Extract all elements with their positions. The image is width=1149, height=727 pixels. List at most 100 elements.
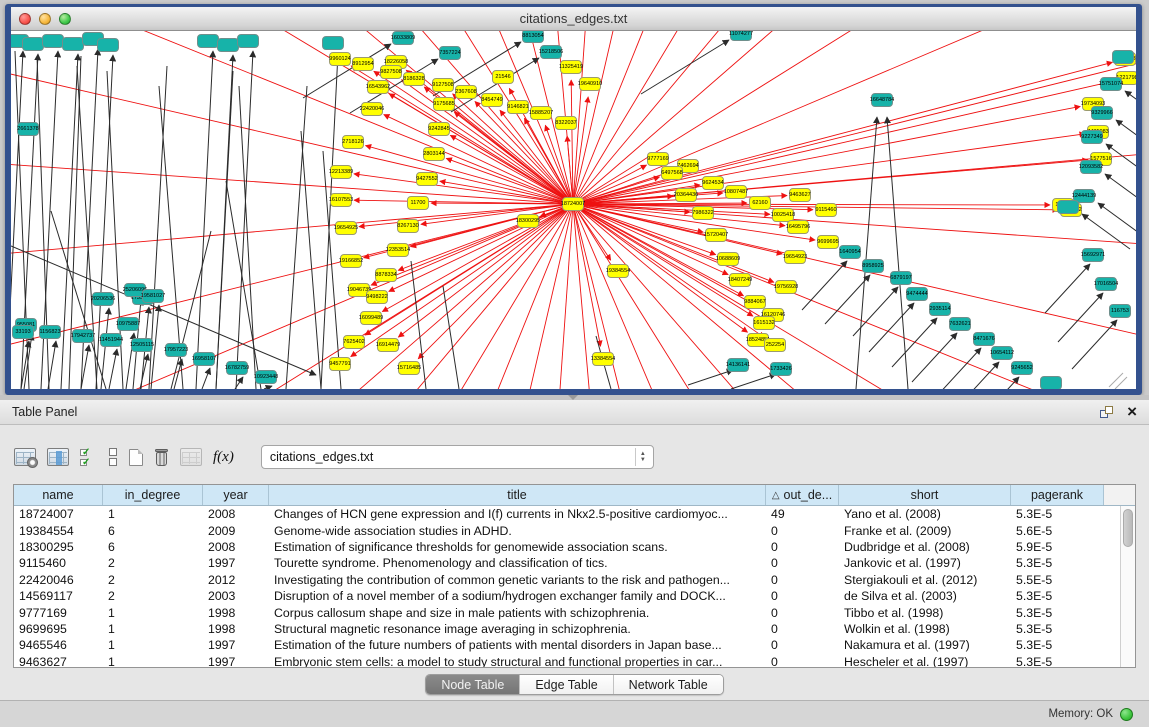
- graph-node[interactable]: 2367608: [455, 85, 477, 99]
- graph-node[interactable]: 10807487: [725, 185, 747, 199]
- graph-node[interactable]: 9463627: [789, 188, 811, 202]
- graph-node[interactable]: 6879197: [890, 271, 912, 285]
- graph-node[interactable]: 21546: [492, 70, 514, 84]
- graph-node[interactable]: 13384554: [592, 352, 614, 366]
- graph-node[interactable]: 20206536: [92, 292, 114, 306]
- graph-node[interactable]: 14136141: [727, 358, 749, 372]
- graph-node[interactable]: 22420046: [361, 102, 383, 116]
- graph-node[interactable]: 19654923: [784, 250, 806, 264]
- graph-node[interactable]: 12093582: [1080, 160, 1102, 174]
- column-header-out-de-[interactable]: △out_de...: [766, 485, 839, 505]
- graph-node[interactable]: 20364436: [675, 188, 697, 202]
- graph-node[interactable]: 62160: [749, 196, 771, 210]
- graph-node[interactable]: 9329966: [1091, 106, 1113, 120]
- graph-node[interactable]: 16958107: [193, 352, 215, 366]
- graph-node[interactable]: 16543962: [367, 80, 389, 94]
- graph-node[interactable]: 16107553: [330, 193, 352, 207]
- table-row[interactable]: 1456911722003Disruption of a novel membe…: [14, 588, 1135, 604]
- graph-node[interactable]: 10688609: [717, 252, 739, 266]
- graph-node[interactable]: 2803144: [423, 147, 445, 161]
- table-row[interactable]: 2242004622012Investigating the contribut…: [14, 572, 1135, 588]
- new-column-button[interactable]: [129, 449, 143, 466]
- table-selector-dropdown[interactable]: citations_edges.txt ▲▼: [261, 445, 654, 469]
- graph-node[interactable]: 8186328: [403, 72, 425, 86]
- graph-node[interactable]: 9498222: [366, 290, 388, 304]
- graph-node[interactable]: 116753: [1109, 304, 1131, 318]
- graph-node[interactable]: 8471676: [973, 332, 995, 346]
- graph-node[interactable]: 9427552: [416, 172, 438, 186]
- graph-node[interactable]: 9127508: [432, 78, 454, 92]
- graph-node[interactable]: 18724007: [562, 197, 584, 211]
- graph-node[interactable]: 1156823: [39, 325, 61, 339]
- graph-node[interactable]: 10654112: [991, 346, 1013, 360]
- select-columns-button[interactable]: ✓ ✓: [80, 448, 98, 466]
- graph-node[interactable]: 15720407: [705, 228, 727, 242]
- graph-node[interactable]: 15218506: [540, 45, 562, 59]
- graph-node[interactable]: 33193: [12, 325, 34, 339]
- table-row[interactable]: 946362711997Embryonic stem cells: a mode…: [14, 654, 1135, 668]
- graph-node[interactable]: [62, 37, 84, 51]
- graph-node[interactable]: 8878334: [375, 268, 397, 282]
- table-row[interactable]: 1830029562008Estimation of significance …: [14, 539, 1135, 555]
- graph-node[interactable]: 10975887: [117, 317, 139, 331]
- graph-node[interactable]: [217, 38, 239, 52]
- graph-node[interactable]: 19166852: [340, 254, 362, 268]
- graph-node[interactable]: 16099489: [360, 311, 382, 325]
- delete-table-button[interactable]: [180, 448, 202, 466]
- table-row[interactable]: 1938455462009Genome-wide association stu…: [14, 522, 1135, 538]
- graph-node[interactable]: 6497568: [661, 166, 683, 180]
- graph-node[interactable]: 7632621: [949, 317, 971, 331]
- graph-node[interactable]: 12353514: [387, 243, 409, 257]
- column-header-short[interactable]: short: [839, 485, 1011, 505]
- graph-node[interactable]: 16033809: [392, 31, 414, 45]
- float-panel-icon[interactable]: [1100, 406, 1113, 418]
- table-row[interactable]: 977716911998Corpus callosum shape and si…: [14, 604, 1135, 620]
- function-builder-button[interactable]: f(x): [213, 449, 238, 466]
- graph-node[interactable]: [197, 34, 219, 48]
- graph-node[interactable]: 11451944: [100, 333, 122, 347]
- graph-node[interactable]: 9175685: [433, 97, 455, 111]
- graph-node[interactable]: 16495796: [787, 220, 809, 234]
- show-column-button[interactable]: [47, 448, 69, 466]
- column-header-name[interactable]: name: [14, 485, 103, 505]
- graph-node[interactable]: 8958925: [862, 259, 884, 273]
- graph-node[interactable]: 15692971: [1082, 248, 1104, 262]
- graph-node[interactable]: 15716485: [398, 361, 420, 375]
- graph-node[interactable]: 1640954: [839, 245, 861, 259]
- graph-node[interactable]: 10923448: [255, 370, 277, 384]
- graph-node[interactable]: 19756928: [775, 280, 797, 294]
- graph-node[interactable]: [42, 34, 64, 48]
- graph-node[interactable]: 19654925: [335, 221, 357, 235]
- graph-node[interactable]: 9699695: [817, 235, 839, 249]
- graph-node[interactable]: 11325419: [560, 60, 582, 74]
- graph-node[interactable]: 2718126: [342, 135, 364, 149]
- graph-node[interactable]: 9777169: [647, 152, 669, 166]
- column-header-pagerank[interactable]: pagerank: [1011, 485, 1104, 505]
- graph-node[interactable]: [1057, 200, 1079, 214]
- graph-node[interactable]: [1040, 376, 1062, 389]
- toggle-rows-button[interactable]: [109, 448, 118, 466]
- window-titlebar[interactable]: citations_edges.txt: [11, 7, 1136, 31]
- tab-node-table[interactable]: Node Table: [426, 675, 520, 694]
- table-row[interactable]: 911546021997Tourette syndrome. Phenomeno…: [14, 555, 1135, 571]
- graph-node[interactable]: [97, 38, 119, 52]
- graph-node[interactable]: 17016504: [1095, 277, 1117, 291]
- graph-node[interactable]: 18300295: [517, 214, 539, 228]
- graph-node[interactable]: 16914479: [377, 338, 399, 352]
- graph-node[interactable]: 9457791: [329, 357, 351, 371]
- graph-node[interactable]: 9884067: [744, 295, 766, 309]
- graph-node[interactable]: 9827508: [380, 65, 402, 79]
- graph-node[interactable]: 9960124: [329, 52, 351, 66]
- graph-node[interactable]: 15885207: [530, 106, 552, 120]
- graph-node[interactable]: 11700: [407, 196, 429, 210]
- graph-node[interactable]: 16648784: [871, 93, 893, 107]
- graph-node[interactable]: 2935114: [929, 302, 951, 316]
- delete-column-button[interactable]: [154, 449, 169, 466]
- column-header-year[interactable]: year: [203, 485, 269, 505]
- table-row[interactable]: 1872400712008Changes of HCN gene express…: [14, 506, 1135, 522]
- graph-node[interactable]: 2661378: [17, 122, 39, 136]
- column-header-title[interactable]: title: [269, 485, 766, 505]
- graph-node[interactable]: [237, 34, 259, 48]
- table-settings-button[interactable]: [14, 448, 36, 466]
- scrollbar-thumb[interactable]: [1123, 509, 1133, 547]
